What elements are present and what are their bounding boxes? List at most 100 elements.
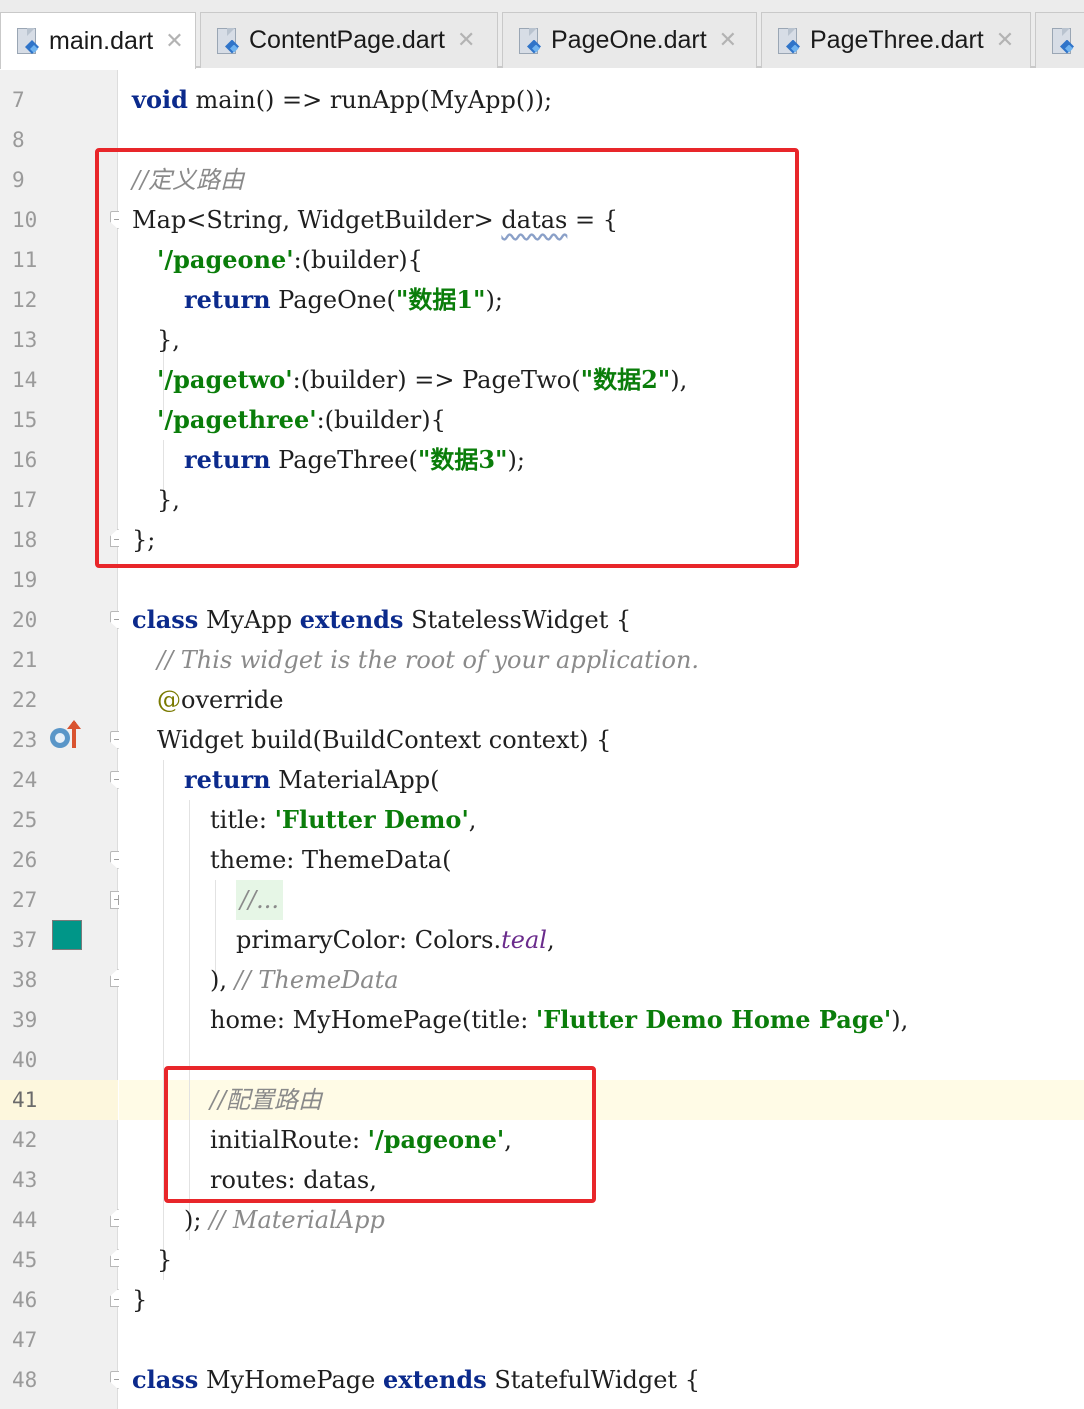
line-number: 8 bbox=[12, 128, 25, 152]
line-number-current: 41 bbox=[12, 1088, 38, 1112]
code-text: , bbox=[546, 926, 555, 954]
tab-pagethree-dart[interactable]: PageThree.dart ✕ bbox=[761, 12, 1031, 68]
code-text: ), bbox=[891, 1006, 909, 1034]
line-number: 43 bbox=[12, 1168, 38, 1192]
code-line-48[interactable]: class MyHomePage extends StatefulWidget … bbox=[132, 1360, 700, 1400]
string-literal: 'Flutter Demo' bbox=[274, 805, 469, 834]
keyword: class bbox=[132, 605, 199, 634]
code-text: primaryColor: Colors. bbox=[236, 926, 502, 954]
code-text: home: MyHomePage(title: bbox=[210, 1006, 536, 1034]
line-number: 27 bbox=[12, 888, 38, 912]
line-number: 47 bbox=[12, 1328, 38, 1352]
line-number: 24 bbox=[12, 768, 38, 792]
line-number: 46 bbox=[12, 1288, 38, 1312]
closing-label-comment: // ThemeData bbox=[234, 966, 399, 994]
code-line-37[interactable]: primaryColor: Colors.teal, bbox=[236, 920, 555, 960]
code-text: MyApp bbox=[198, 606, 300, 634]
line-number: 14 bbox=[12, 368, 38, 392]
tab-label: PageThree.dart bbox=[810, 26, 984, 54]
keyword: extends bbox=[383, 1365, 487, 1394]
dart-file-icon bbox=[517, 26, 543, 56]
route-definition-highlight-box bbox=[95, 148, 799, 568]
line-number: 44 bbox=[12, 1208, 38, 1232]
line-number: 16 bbox=[12, 448, 38, 472]
line-number: 11 bbox=[12, 248, 38, 272]
line-number: 10 bbox=[12, 208, 38, 232]
keyword: return bbox=[184, 765, 271, 794]
code-line-22[interactable]: @override bbox=[157, 680, 283, 720]
line-number: 22 bbox=[12, 688, 38, 712]
code-text: ), bbox=[210, 966, 235, 994]
line-number: 39 bbox=[12, 1008, 38, 1032]
code-line-20[interactable]: class MyApp extends StatelessWidget { bbox=[132, 600, 631, 640]
close-icon[interactable]: ✕ bbox=[457, 28, 475, 53]
close-icon[interactable]: ✕ bbox=[165, 29, 183, 54]
code-line-46[interactable]: } bbox=[132, 1280, 147, 1320]
constant-identifier: teal bbox=[501, 926, 547, 954]
code-line-39[interactable]: home: MyHomePage(title: 'Flutter Demo Ho… bbox=[210, 1000, 908, 1040]
code-text: title: bbox=[210, 806, 275, 834]
code-text: MyHomePage bbox=[198, 1366, 383, 1394]
line-number: 42 bbox=[12, 1128, 38, 1152]
closing-label-comment: // MaterialApp bbox=[209, 1206, 385, 1234]
tab-pageone-dart[interactable]: PageOne.dart ✕ bbox=[502, 12, 757, 68]
keyword: void bbox=[132, 85, 188, 114]
dart-file-icon bbox=[215, 26, 241, 56]
code-text: main() => runApp(MyApp()); bbox=[187, 86, 553, 114]
keyword: extends bbox=[299, 605, 404, 634]
line-number: 17 bbox=[12, 488, 38, 512]
line-number: 19 bbox=[12, 568, 38, 592]
code-line-44[interactable]: ); // MaterialApp bbox=[184, 1200, 385, 1240]
line-number: 13 bbox=[12, 328, 38, 352]
annotation-name: override bbox=[181, 686, 284, 714]
dart-file-icon bbox=[1050, 26, 1076, 56]
line-number: 38 bbox=[12, 968, 38, 992]
line-number: 7 bbox=[12, 88, 25, 112]
tab-overflow[interactable] bbox=[1035, 12, 1084, 68]
code-line-7[interactable]: void main() => runApp(MyApp()); bbox=[132, 80, 552, 120]
dart-file-icon bbox=[776, 26, 802, 56]
line-number: 20 bbox=[12, 608, 38, 632]
code-line-38[interactable]: ), // ThemeData bbox=[210, 960, 399, 1000]
line-number: 15 bbox=[12, 408, 38, 432]
collapsed-code-region[interactable]: //... bbox=[236, 880, 284, 920]
code-line-21[interactable]: // This widget is the root of your appli… bbox=[157, 640, 699, 680]
code-text: StatelessWidget { bbox=[403, 606, 632, 634]
dart-file-icon bbox=[15, 26, 41, 56]
code-line-24[interactable]: return MaterialApp( bbox=[184, 760, 439, 800]
line-number: 21 bbox=[12, 648, 38, 672]
tab-label: PageOne.dart bbox=[551, 26, 707, 54]
code-line-25[interactable]: title: 'Flutter Demo', bbox=[210, 800, 476, 840]
line-number: 26 bbox=[12, 848, 38, 872]
line-number: 48 bbox=[12, 1368, 38, 1392]
code-line-26[interactable]: theme: ThemeData( bbox=[210, 840, 451, 880]
route-config-highlight-box bbox=[164, 1066, 596, 1203]
tab-main-dart[interactable]: main.dart ✕ bbox=[0, 12, 196, 69]
code-text: ); bbox=[184, 1206, 210, 1234]
annotation-symbol: @ bbox=[157, 686, 181, 714]
code-text: MaterialApp( bbox=[270, 766, 440, 794]
code-text: , bbox=[468, 806, 477, 834]
line-number: 45 bbox=[12, 1248, 38, 1272]
line-number: 18 bbox=[12, 528, 38, 552]
string-literal: 'Flutter Demo Home Page' bbox=[535, 1005, 892, 1034]
code-line-23[interactable]: Widget build(BuildContext context) { bbox=[157, 720, 611, 760]
editor-tab-bar: main.dart ✕ ContentPage.dart ✕ PageOne.d… bbox=[0, 0, 1084, 69]
close-icon[interactable]: ✕ bbox=[719, 28, 737, 53]
close-icon[interactable]: ✕ bbox=[996, 28, 1014, 53]
line-number: 12 bbox=[12, 288, 38, 312]
line-number: 37 bbox=[12, 928, 38, 952]
keyword: class bbox=[132, 1365, 199, 1394]
code-line-45[interactable]: } bbox=[157, 1240, 172, 1280]
line-number: 25 bbox=[12, 808, 38, 832]
override-up-arrow-icon[interactable] bbox=[50, 720, 84, 754]
code-text: StatefulWidget { bbox=[486, 1366, 700, 1394]
tab-label: main.dart bbox=[49, 26, 154, 55]
tab-contentpage-dart[interactable]: ContentPage.dart ✕ bbox=[200, 12, 498, 68]
line-number: 9 bbox=[12, 168, 25, 192]
indent-guide bbox=[163, 760, 164, 1280]
line-number: 23 bbox=[12, 728, 38, 752]
line-number: 40 bbox=[12, 1048, 38, 1072]
color-swatch-icon[interactable] bbox=[52, 920, 82, 950]
tab-label: ContentPage.dart bbox=[249, 26, 445, 54]
